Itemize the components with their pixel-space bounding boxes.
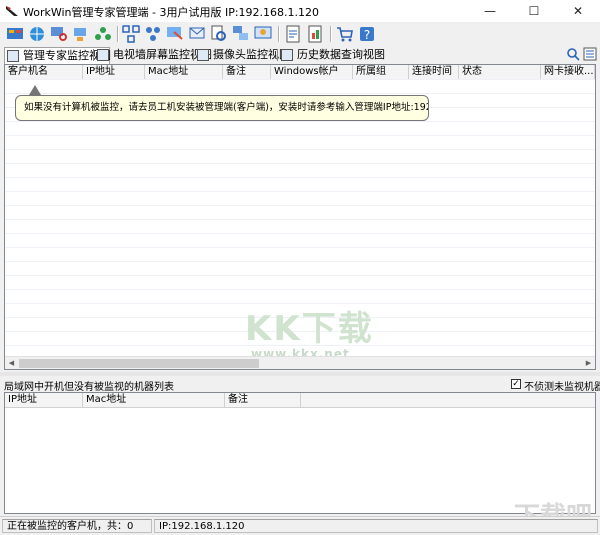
scrollbar-thumb[interactable]: [19, 359, 259, 368]
column-header[interactable]: 连接时间: [409, 65, 459, 79]
toolbar-separator: [330, 26, 332, 42]
screen-wall-icon[interactable]: [6, 25, 24, 43]
column-header[interactable]: Windows帐户: [271, 65, 353, 79]
camera-icon: [197, 49, 209, 61]
history-icon: [281, 49, 293, 61]
maximize-button[interactable]: ☐: [512, 0, 556, 22]
column-header[interactable]: 网卡接收...: [541, 65, 595, 79]
report-icon[interactable]: [306, 25, 324, 43]
connections-icon[interactable]: [144, 25, 162, 43]
search-file-icon[interactable]: [210, 25, 228, 43]
tv-wall-icon: [97, 49, 109, 61]
scroll-left-icon[interactable]: ◀: [5, 357, 18, 369]
ignore-unmonitored-label[interactable]: 不侦测未监视机器: [524, 378, 600, 393]
view-tabs: 管理专家监控视图 电视墙屏幕监控视图 摄像头监控视图 历史数据查询视图: [0, 46, 600, 64]
globe-icon[interactable]: [28, 25, 46, 43]
close-button[interactable]: ✕: [556, 0, 600, 22]
tab-separator: [277, 49, 278, 61]
shopping-cart-icon[interactable]: [336, 25, 354, 43]
column-header[interactable]: Mac地址: [145, 65, 223, 79]
server-ip-status: IP:192.168.1.120: [154, 519, 598, 533]
status-bar: 正在被监控的客户机，共：0 IP:192.168.1.120: [0, 516, 600, 535]
svg-text:?: ?: [364, 28, 370, 42]
toolbar-separator: [117, 26, 119, 42]
network-topology-icon[interactable]: [122, 25, 140, 43]
tooltip-tail: [29, 85, 41, 95]
column-header[interactable]: 备注: [223, 65, 271, 79]
monitored-count-status: 正在被监控的客户机，共：0: [2, 519, 152, 533]
column-header[interactable]: Mac地址: [83, 393, 225, 407]
title-bar: WorkWin管理专家管理端 - 3用户试用版 IP:192.168.1.120…: [0, 0, 600, 23]
tab-separator: [193, 49, 194, 61]
computer-search-icon[interactable]: [50, 25, 68, 43]
tab-separator: [93, 49, 94, 61]
network-computer-icon[interactable]: [72, 25, 90, 43]
install-hint-tooltip: 如果没有计算机被监控，请去员工机安装被管理端(客户端)，安装时请参考输入管理端I…: [15, 95, 429, 121]
column-header[interactable]: IP地址: [5, 393, 83, 407]
column-header[interactable]: IP地址: [83, 65, 145, 79]
unmonitored-panel-title: 局域网中开机但没有被监视的机器列表: [4, 382, 174, 393]
toolbar: ?: [0, 22, 600, 46]
unmonitored-panel-header: 局域网中开机但没有被监视的机器列表 ✓ 不侦测未监视机器: [4, 378, 600, 393]
message-icon[interactable]: [188, 25, 206, 43]
remote-screen-icon[interactable]: [166, 25, 184, 43]
minimize-button[interactable]: —: [468, 0, 512, 22]
column-header[interactable]: 状态: [459, 65, 541, 79]
scroll-right-icon[interactable]: ▶: [582, 357, 595, 369]
unmonitored-machines-table[interactable]: IP地址 Mac地址 备注: [4, 392, 596, 514]
ignore-unmonitored-checkbox[interactable]: ✓: [511, 379, 521, 389]
users-group-icon[interactable]: [94, 25, 112, 43]
panel-splitter[interactable]: [0, 372, 600, 376]
app-logo-icon: [6, 6, 18, 16]
monitored-clients-table[interactable]: 客户机名 IP地址 Mac地址 备注 Windows帐户 所属组 连接时间 状态…: [4, 64, 596, 370]
search-icon[interactable]: [566, 47, 580, 61]
multi-screen-icon[interactable]: [232, 25, 250, 43]
policy-icon[interactable]: [284, 25, 302, 43]
list-view-icon[interactable]: [583, 47, 597, 61]
column-header[interactable]: 所属组: [353, 65, 409, 79]
help-icon[interactable]: ?: [358, 25, 376, 43]
window-title: WorkWin管理专家管理端 - 3用户试用版 IP:192.168.1.120: [23, 6, 320, 19]
monitor-view-icon: [7, 50, 19, 62]
column-header[interactable]: 备注: [225, 393, 301, 407]
monitor-settings-icon[interactable]: [254, 25, 272, 43]
watermark: KK下载: [245, 309, 374, 349]
horizontal-scrollbar[interactable]: ◀ ▶: [5, 356, 595, 369]
table-header: 客户机名 IP地址 Mac地址 备注 Windows帐户 所属组 连接时间 状态…: [5, 65, 595, 80]
column-header[interactable]: 客户机名: [5, 65, 83, 79]
toolbar-separator: [278, 26, 280, 42]
tab-history-view[interactable]: 历史数据查询视图: [279, 47, 385, 63]
table-header: IP地址 Mac地址 备注: [5, 393, 595, 408]
